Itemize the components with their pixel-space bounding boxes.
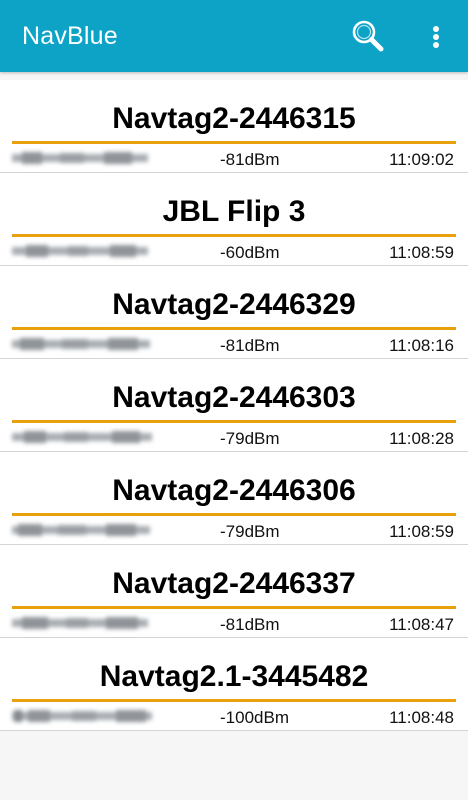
signal-bar [12,234,456,237]
signal-bar [12,699,456,702]
app-title: NavBlue [22,22,118,50]
device-name: Navtag2-2446303 [112,381,356,414]
device-rssi: -60dBm [220,243,280,262]
device-name: Navtag2-2446315 [112,102,356,135]
blurred-mac-address [12,617,148,629]
more-vert-icon [433,26,439,48]
device-row[interactable]: Navtag2-2446329 -81dBm 11:08:16 [0,266,468,359]
device-row[interactable]: Navtag2-2446303 -79dBm 11:08:28 [0,359,468,452]
signal-bar [12,327,456,330]
signal-bar [12,606,456,609]
signal-bar [12,420,456,423]
device-rssi: -79dBm [220,522,280,541]
device-time: 11:08:59 [389,522,454,541]
device-row[interactable]: Navtag2-2446306 -79dBm 11:08:59 [0,452,468,545]
signal-bar [12,141,456,144]
device-time: 11:08:59 [389,243,454,262]
device-time: 11:08:48 [389,708,454,727]
device-rssi: -81dBm [220,150,280,169]
device-time: 11:08:16 [389,336,454,355]
blurred-mac-address [12,152,148,164]
device-name: Navtag2-2446306 [112,474,356,507]
device-name: Navtag2-2446329 [112,288,356,321]
device-row[interactable]: Navtag2-2446315 -81dBm 11:09:02 [0,80,468,173]
device-row[interactable]: Navtag2.1-3445482 -100dBm 11:08:48 [0,638,468,731]
search-button[interactable] [348,17,388,57]
signal-bar [12,513,456,516]
device-row[interactable]: JBL Flip 3 -60dBm 11:08:59 [0,173,468,266]
device-row[interactable]: Navtag2-2446337 -81dBm 11:08:47 [0,545,468,638]
device-rssi: -81dBm [220,336,280,355]
blurred-mac-address [12,245,148,257]
overflow-menu-button[interactable] [420,18,452,58]
device-rssi: -79dBm [220,429,280,448]
device-rssi: -81dBm [220,615,280,634]
device-time: 11:08:28 [389,429,454,448]
app-bar: NavBlue [0,0,468,72]
device-time: 11:09:02 [389,150,454,169]
device-name: Navtag2-2446337 [112,567,356,600]
blurred-mac-address [12,524,150,536]
device-name: JBL Flip 3 [162,195,306,228]
blurred-mac-address [12,431,152,443]
device-rssi: -100dBm [220,708,289,727]
device-name: Navtag2.1-3445482 [99,660,369,693]
blurred-mac-address [12,338,150,350]
search-icon [352,20,384,52]
blurred-mac-address [12,710,152,722]
device-list: Navtag2-2446315 -81dBm 11:09:02 JBL Flip… [0,80,468,731]
device-time: 11:08:47 [389,615,454,634]
